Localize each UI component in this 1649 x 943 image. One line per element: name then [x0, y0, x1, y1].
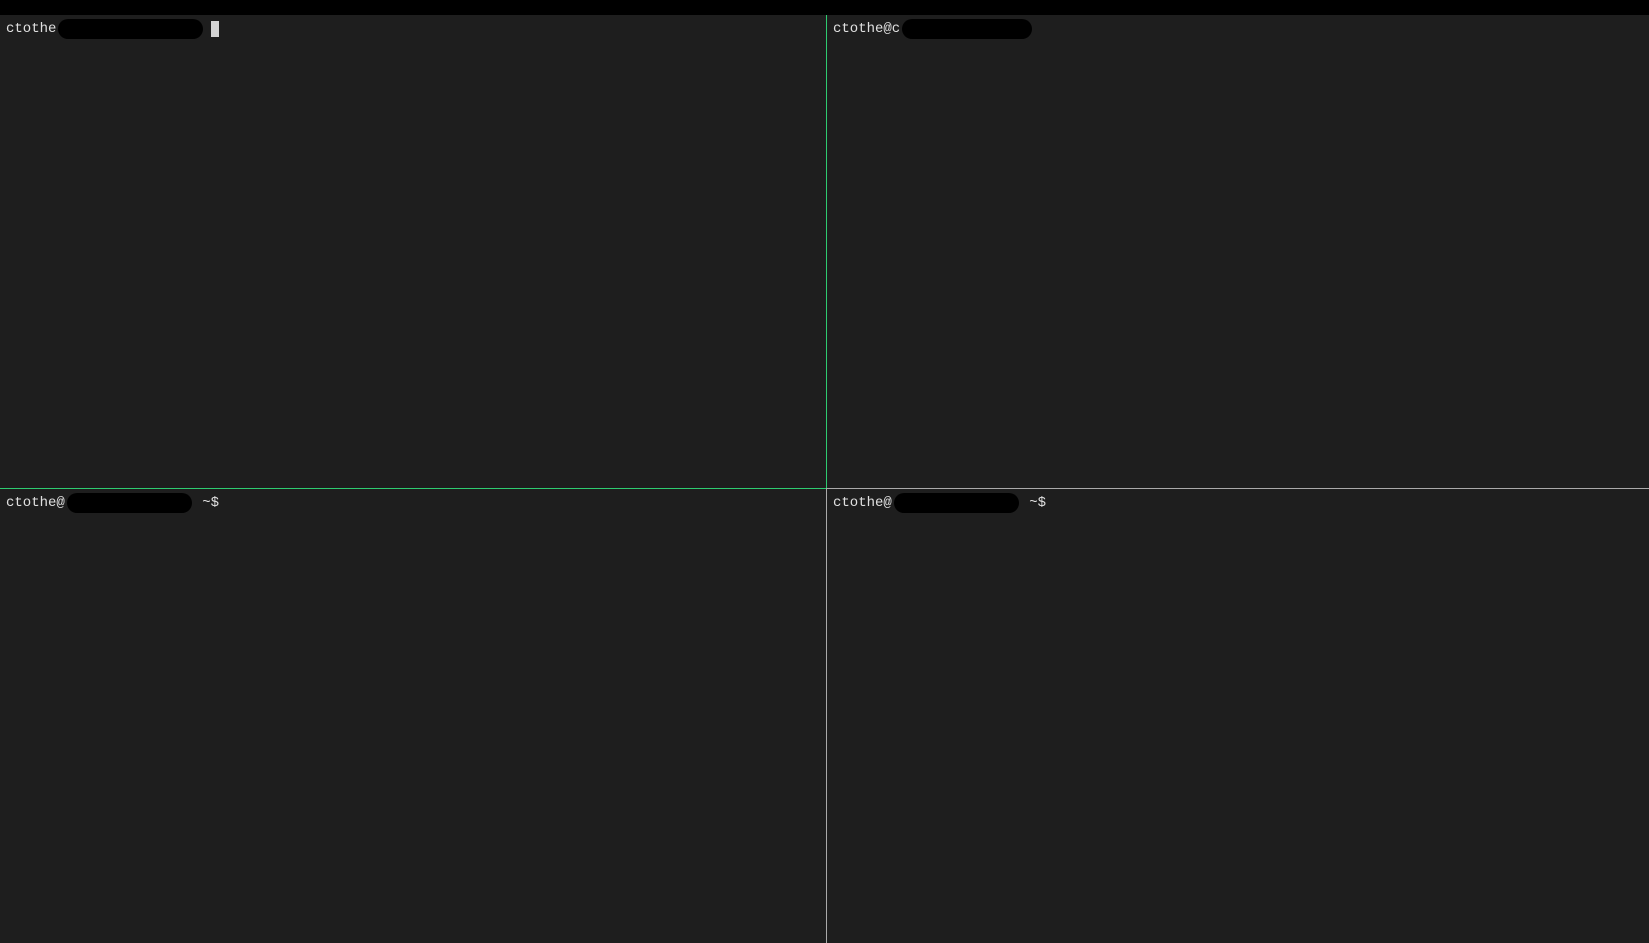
terminal-split-grid: ctothe ctothe@c ctothe@ ~$ ctothe@ ~$ — [0, 15, 1649, 943]
redacted-hostname — [894, 493, 1019, 513]
prompt-suffix: ~$ — [194, 495, 219, 511]
prompt-prefix: ctothe — [6, 21, 56, 37]
prompt-line: ctothe@c — [833, 19, 1643, 39]
terminal-pane-bottom-left[interactable]: ctothe@ ~$ — [0, 489, 826, 943]
prompt-prefix: ctothe@ — [6, 495, 65, 511]
terminal-pane-top-left[interactable]: ctothe — [0, 15, 826, 488]
window-title-bar — [0, 0, 1649, 15]
redacted-hostname — [902, 19, 1032, 39]
terminal-pane-bottom-right[interactable]: ctothe@ ~$ — [827, 489, 1649, 943]
prompt-prefix: ctothe@c — [833, 21, 900, 37]
prompt-prefix: ctothe@ — [833, 495, 892, 511]
prompt-line: ctothe@ ~$ — [833, 493, 1643, 513]
prompt-suffix: ~$ — [1021, 495, 1046, 511]
redacted-hostname — [67, 493, 192, 513]
prompt-line: ctothe@ ~$ — [6, 493, 820, 513]
redacted-hostname — [58, 19, 203, 39]
prompt-line: ctothe — [6, 19, 820, 39]
cursor-block — [211, 21, 219, 37]
terminal-pane-top-right[interactable]: ctothe@c — [827, 15, 1649, 488]
